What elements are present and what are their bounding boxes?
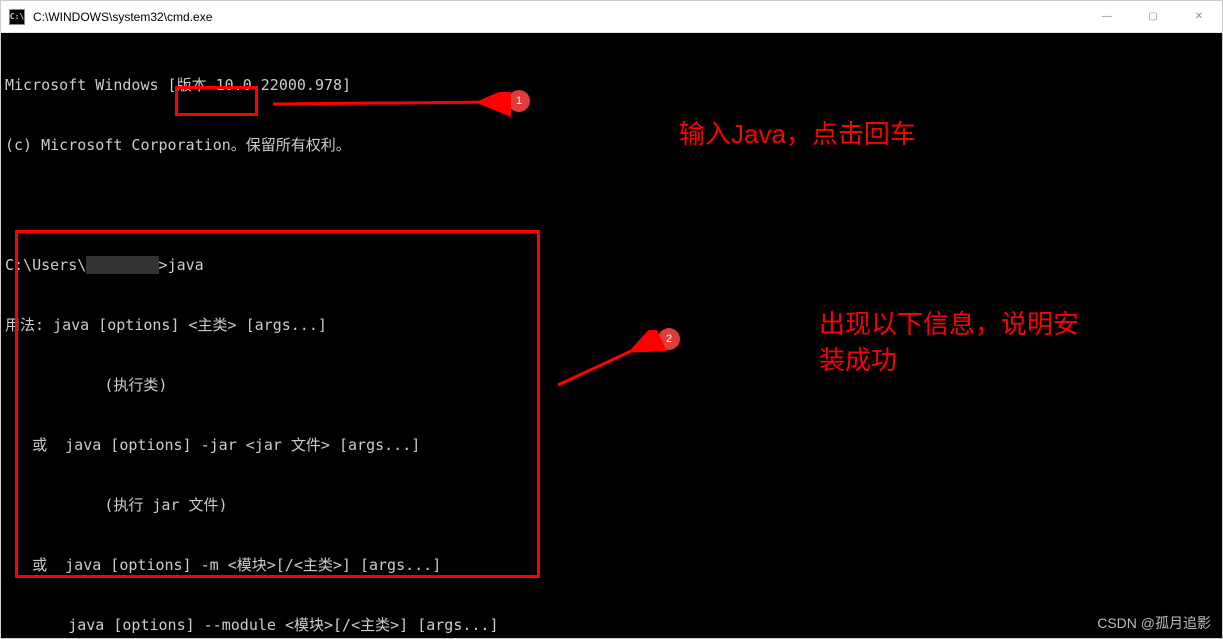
prompt-prefix: C:\Users\ bbox=[5, 256, 86, 274]
window-controls: — ▢ ✕ bbox=[1084, 1, 1222, 33]
watermark: CSDN @孤月追影 bbox=[1097, 613, 1211, 633]
terminal-copyright: (c) Microsoft Corporation。保留所有权利。 bbox=[5, 135, 1218, 155]
redacted-username bbox=[86, 256, 158, 274]
terminal-output: java [options] --module <模块>[/<主类>] [arg… bbox=[5, 615, 1218, 635]
titlebar[interactable]: C:\ C:\WINDOWS\system32\cmd.exe — ▢ ✕ bbox=[1, 1, 1222, 33]
typed-command: java bbox=[168, 256, 204, 274]
terminal-prompt-line: C:\Users\ >java bbox=[5, 255, 1218, 275]
terminal-header: Microsoft Windows [版本 10.0.22000.978] bbox=[5, 75, 1218, 95]
minimize-button[interactable]: — bbox=[1084, 1, 1130, 33]
prompt-suffix: > bbox=[159, 256, 168, 274]
annotation-text-1: 输入Java，点击回车 bbox=[679, 116, 916, 152]
maximize-button[interactable]: ▢ bbox=[1130, 1, 1176, 33]
close-button[interactable]: ✕ bbox=[1176, 1, 1222, 33]
app-icon: C:\ bbox=[9, 9, 25, 25]
terminal-output: 或 java [options] -m <模块>[/<主类>] [args...… bbox=[5, 555, 1218, 575]
terminal-blank bbox=[5, 195, 1218, 215]
terminal-output: (执行 jar 文件) bbox=[5, 495, 1218, 515]
annotation-text-2: 出现以下信息，说明安 装成功 bbox=[819, 306, 1079, 379]
annotation-badge-1: 1 bbox=[508, 90, 530, 112]
terminal-output: 或 java [options] -jar <jar 文件> [args...] bbox=[5, 435, 1218, 455]
window-title: C:\WINDOWS\system32\cmd.exe bbox=[33, 10, 1084, 24]
annotation-badge-2: 2 bbox=[658, 328, 680, 350]
